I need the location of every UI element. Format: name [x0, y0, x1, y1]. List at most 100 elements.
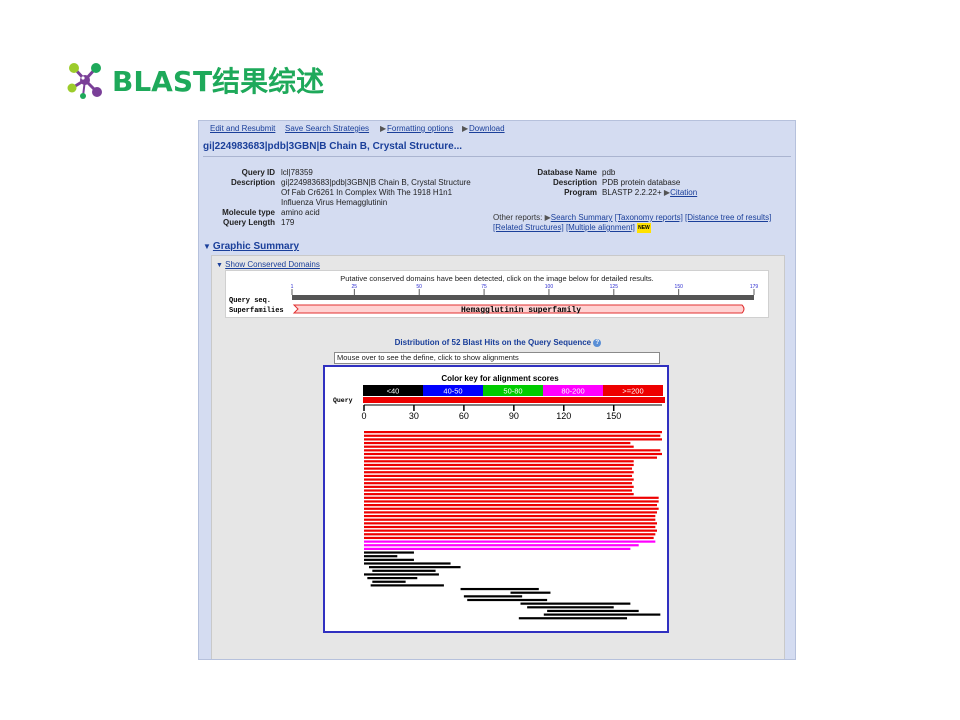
hit-bar[interactable]: [364, 482, 633, 485]
hit-bar[interactable]: [467, 598, 548, 602]
query-info: Query ID lcl|78359 Description gi|22498368…: [201, 168, 491, 228]
color-key-label: 40-50: [443, 387, 462, 396]
search-summary-link[interactable]: Search Summary: [551, 213, 613, 222]
conserved-domains-image[interactable]: Putative conserved domains have been det…: [225, 270, 769, 318]
hit-bar[interactable]: [372, 580, 406, 583]
query-length-value: 179: [281, 218, 295, 227]
hit-bar[interactable]: [364, 544, 639, 547]
hit-bar[interactable]: [543, 613, 661, 616]
hit-bar[interactable]: [527, 606, 614, 609]
citation-link[interactable]: Citation: [670, 188, 697, 197]
db-name-value: pdb: [602, 168, 616, 177]
hit-bar[interactable]: [364, 533, 656, 536]
hit-bar[interactable]: [364, 431, 662, 434]
hit-bar[interactable]: [364, 500, 659, 503]
blast-results-screenshot: Edit and Resubmit Save Search Strategies…: [198, 120, 796, 660]
help-icon[interactable]: ?: [593, 338, 602, 347]
hit-bar[interactable]: [364, 452, 662, 456]
edit-resubmit-link[interactable]: Edit and Resubmit: [210, 124, 275, 133]
query-id-label: Query ID: [241, 168, 275, 177]
cd-ruler-tick-label: 50: [416, 284, 422, 290]
hit-bar[interactable]: [518, 617, 628, 620]
divider: [203, 156, 791, 157]
hit-bar[interactable]: [364, 536, 654, 540]
hit-bar[interactable]: [510, 591, 551, 594]
blast-hits-chart[interactable]: Color key for alignment scores <40 40-50 5…: [323, 365, 669, 633]
hit-bar[interactable]: [463, 595, 523, 598]
hit-bar[interactable]: [367, 577, 418, 580]
query-label: Query: [333, 397, 353, 404]
hit-bar[interactable]: [364, 511, 658, 514]
hit-bar[interactable]: [364, 522, 658, 525]
hit-bar[interactable]: [364, 460, 634, 463]
hit-bar[interactable]: [364, 518, 656, 521]
hit-bar[interactable]: [368, 566, 461, 569]
hit-bar[interactable]: [364, 514, 656, 518]
hit-bar[interactable]: [364, 445, 634, 448]
hit-bar[interactable]: [364, 467, 633, 470]
hit-bar[interactable]: [364, 496, 659, 499]
molecule-logo-icon: [67, 63, 102, 99]
hit-bar[interactable]: [364, 478, 634, 481]
hit-bar[interactable]: [372, 569, 436, 572]
download-link[interactable]: Download: [469, 124, 505, 133]
hit-bar[interactable]: [364, 456, 658, 459]
query-seq-bar: [292, 295, 754, 300]
hit-bar[interactable]: [364, 489, 633, 492]
superfamilies-label: Superfamilies: [229, 307, 284, 315]
show-conserved-domains-toggle[interactable]: ▼ Show Conserved Domains: [216, 260, 320, 269]
hit-bar[interactable]: [364, 438, 662, 441]
graphic-summary-heading: Graphic Summary: [212, 241, 300, 252]
hit-bar[interactable]: [364, 449, 661, 452]
cd-ruler-tick-label: 179: [750, 284, 759, 290]
hit-bar[interactable]: [364, 507, 659, 510]
hit-bar[interactable]: [370, 584, 444, 587]
hit-bar[interactable]: [364, 573, 439, 576]
other-reports-prefix: Other reports:: [493, 213, 543, 222]
x-axis-tick-label: 150: [606, 411, 621, 421]
query-id-value: lcl|78359: [281, 168, 313, 177]
distance-tree-link[interactable]: [Distance tree of results]: [685, 213, 771, 222]
color-key-label: <40: [387, 387, 400, 396]
hit-bar[interactable]: [364, 529, 658, 532]
save-strategies-link[interactable]: Save Search Strategies: [285, 124, 369, 133]
superfamily-name: Hemagglutinin superfamily: [461, 306, 581, 315]
db-desc-value: PDB protein database: [602, 178, 681, 187]
arrow-right-icon: ▶: [380, 124, 387, 133]
hit-bar[interactable]: [364, 551, 414, 554]
hit-bar[interactable]: [364, 562, 451, 565]
hit-bar[interactable]: [364, 474, 633, 477]
hit-bar[interactable]: [364, 558, 414, 561]
formatting-options-link[interactable]: Formatting options: [387, 124, 453, 133]
hit-bar[interactable]: [364, 441, 631, 445]
slide-title: BLAST结果综述: [66, 60, 324, 100]
database-info: Database Name pdb Description PDB protein …: [501, 168, 791, 198]
hit-bar[interactable]: [364, 434, 661, 437]
hit-bar[interactable]: [364, 555, 398, 558]
hit-bar[interactable]: [364, 463, 634, 467]
color-key-label: >=200: [622, 387, 643, 396]
db-name-label: Database Name: [537, 168, 597, 177]
hit-bar[interactable]: [364, 547, 631, 550]
hit-bar[interactable]: [364, 485, 634, 488]
x-axis-tick-label: 120: [556, 411, 571, 421]
hit-bar[interactable]: [364, 471, 634, 474]
graphic-summary-toggle[interactable]: ▼ Graphic Summary: [203, 241, 299, 252]
db-desc-label: Description: [552, 178, 597, 187]
triangle-down-icon: ▼: [203, 242, 211, 251]
show-conserved-domains-link: Show Conserved Domains: [225, 260, 320, 269]
hit-title: gi|224983683|pdb|3GBN|B Chain B, Crystal…: [203, 141, 463, 152]
hit-bar[interactable]: [520, 602, 631, 605]
multiple-alignment-link[interactable]: [Multiple alignment]: [566, 223, 635, 232]
hit-bar[interactable]: [364, 540, 656, 543]
hit-bar[interactable]: [547, 609, 639, 613]
related-structures-link[interactable]: [Related Structures]: [493, 223, 564, 232]
hit-bar[interactable]: [364, 493, 634, 496]
program-label: Program: [564, 188, 597, 197]
taxonomy-reports-link[interactable]: [Taxonomy reports]: [615, 213, 683, 222]
hit-bar[interactable]: [460, 587, 539, 591]
hit-bar[interactable]: [364, 504, 658, 507]
cd-ruler-tick-label: 150: [675, 284, 684, 290]
hit-bar[interactable]: [364, 525, 656, 529]
triangle-down-icon: ▼: [216, 262, 223, 269]
